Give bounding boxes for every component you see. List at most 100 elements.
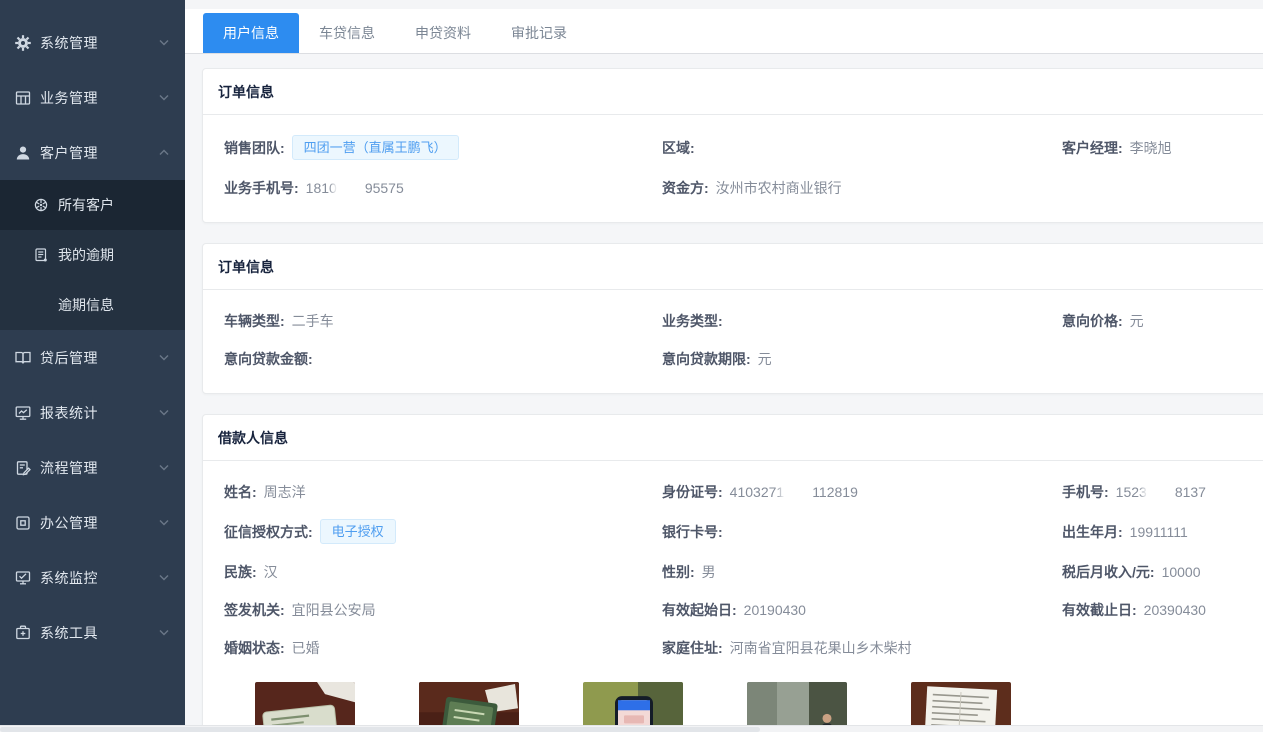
app-window: 系统管理 业务管理 客户管理 — [0, 0, 1263, 732]
chevron-down-icon — [159, 629, 169, 636]
card-title: 订单信息 — [203, 69, 1263, 115]
sidebar-item-label: 所有客户 — [58, 195, 114, 215]
photo-item: 人车图 — [747, 682, 847, 725]
card-order-info-1: 订单信息 销售团队: 四团一营（直属王鹏飞） 区域: 客户经理: — [202, 68, 1263, 223]
credit-auth-tag[interactable]: 电子授权 — [320, 519, 396, 544]
gear-icon — [14, 34, 32, 52]
field-sales-team: 销售团队: 四团一营（直属王鹏飞） — [224, 135, 662, 160]
square-icon — [14, 514, 32, 532]
sidebar-item-office-management[interactable]: 办公管理 — [0, 495, 185, 550]
book-icon — [14, 349, 32, 367]
user-icon — [14, 144, 32, 162]
sidebar-nav: 系统管理 业务管理 客户管理 — [0, 0, 185, 660]
green-booklet-photo[interactable] — [419, 682, 519, 725]
field-region: 区域: — [662, 135, 1062, 160]
sidebar-item-system-tools[interactable]: 系统工具 — [0, 605, 185, 660]
sidebar-item-post-loan-management[interactable]: 贷后管理 — [0, 330, 185, 385]
chevron-down-icon — [159, 519, 169, 526]
sidebar-submenu-customer: 所有客户 我的逾期 逾期信息 — [0, 180, 185, 330]
field-marital-status: 婚姻状态: 已婚 — [224, 637, 662, 658]
main-content: 用户信息 车贷信息 申贷资料 审批记录 订单信息 销售团队: 四团一营（直属王鹏… — [185, 0, 1263, 725]
field-intent-price: 意向价格: 元 — [1062, 310, 1263, 331]
field-home-address: 家庭住址: 河南省宜阳县花果山乡木柴村 — [662, 637, 1062, 658]
field-business-phone: 业务手机号: 181095575 — [224, 177, 662, 198]
tab-loan-application-docs[interactable]: 申贷资料 — [395, 13, 491, 53]
handwritten-paper-photo[interactable] — [911, 682, 1011, 725]
sidebar-item-label: 系统监控 — [40, 568, 159, 588]
monitor-check-icon — [14, 569, 32, 587]
grid-icon — [14, 89, 32, 107]
chevron-up-icon — [159, 149, 169, 156]
toolbox-icon — [14, 624, 32, 642]
field-intent-loan-term: 意向贷款期限: 元 — [662, 348, 1062, 369]
sidebar: 系统管理 业务管理 客户管理 — [0, 0, 185, 725]
chevron-down-icon — [159, 94, 169, 101]
car-person-photo[interactable] — [747, 682, 847, 725]
card-title: 借款人信息 — [203, 415, 1263, 461]
field-valid-to: 有效截止日: 20390430 — [1062, 599, 1263, 620]
field-gender: 性别: 男 — [662, 561, 1062, 582]
sidebar-item-label: 业务管理 — [40, 88, 159, 108]
tab-approval-records[interactable]: 审批记录 — [491, 13, 587, 53]
chevron-down-icon — [159, 39, 169, 46]
sidebar-item-label: 逾期信息 — [58, 295, 114, 315]
chevron-down-icon — [159, 574, 169, 581]
sidebar-item-customer-management[interactable]: 客户管理 — [0, 125, 185, 180]
tab-car-loan-info[interactable]: 车贷信息 — [299, 13, 395, 53]
chevron-down-icon — [159, 354, 169, 361]
field-monthly-income: 税后月收入/元: 10000 — [1062, 561, 1263, 582]
sidebar-item-process-management[interactable]: 流程管理 — [0, 440, 185, 495]
photo-qr: 授权码截图 — [583, 682, 683, 725]
field-bank-card: 银行卡号: — [662, 519, 1062, 544]
sidebar-item-all-customers[interactable]: 所有客户 — [0, 180, 185, 230]
field-valid-from: 有效起始日: 20190430 — [662, 599, 1062, 620]
scrollbar-thumb[interactable] — [0, 727, 760, 732]
sidebar-item-label: 系统管理 — [40, 33, 159, 53]
field-issuing-authority: 签发机关: 宜阳县公安局 — [224, 599, 662, 620]
sidebar-item-system-management[interactable]: 系统管理 — [0, 15, 185, 70]
field-mobile-phone: 手机号: 15238137 — [1062, 481, 1263, 502]
sales-team-tag[interactable]: 四团一营（直属王鹏飞） — [292, 135, 459, 160]
sidebar-item-overdue-info[interactable]: 逾期信息 — [0, 280, 185, 330]
field-funder: 资金方: 汝州市农村商业银行 — [662, 177, 1062, 198]
sidebar-item-label: 系统工具 — [40, 623, 159, 643]
tab-user-info[interactable]: 用户信息 — [203, 13, 299, 53]
redaction-blur — [1148, 486, 1174, 498]
sidebar-item-business-management[interactable]: 业务管理 — [0, 70, 185, 125]
photo-item: 驾驶证图片 — [419, 682, 519, 725]
field-name: 姓名: 周志洋 — [224, 481, 662, 502]
sidebar-item-label: 客户管理 — [40, 143, 159, 163]
field-vehicle-type: 车辆类型: 二手车 — [224, 310, 662, 331]
sidebar-item-system-monitor[interactable]: 系统监控 — [0, 550, 185, 605]
sidebar-item-label: 贷后管理 — [40, 348, 159, 368]
sidebar-item-label: 流程管理 — [40, 458, 159, 478]
id-card-photo[interactable] — [255, 682, 355, 725]
photo-thumbnails: 本人照 — [255, 682, 1263, 725]
photo-item: 本人照 — [255, 682, 355, 725]
content-panel: 订单信息 销售团队: 四团一营（直属王鹏飞） 区域: 客户经理: — [185, 54, 1263, 725]
tab-bar: 用户信息 车贷信息 申贷资料 审批记录 — [185, 9, 1263, 54]
monitor-icon — [14, 404, 32, 422]
chevron-down-icon — [159, 464, 169, 471]
field-customer-manager: 客户经理: 李晓旭 — [1062, 135, 1263, 160]
horizontal-scrollbar[interactable] — [0, 725, 1263, 732]
card-title: 订单信息 — [203, 244, 1263, 290]
sidebar-item-label: 我的逾期 — [58, 245, 114, 265]
wheel-icon — [33, 197, 49, 213]
top-strip — [185, 0, 1263, 9]
card-borrower-info: 借款人信息 姓名: 周志洋 身份证号: 4103271112819 手机号: — [202, 414, 1263, 725]
redaction-blur — [338, 182, 364, 194]
sidebar-item-report-statistics[interactable]: 报表统计 — [0, 385, 185, 440]
redaction-blur — [785, 486, 811, 498]
sidebar-item-my-overdue[interactable]: 我的逾期 — [0, 230, 185, 280]
field-birth-date: 出生年月: 19911111 — [1062, 519, 1263, 544]
card-order-info-2: 订单信息 车辆类型: 二手车 业务类型: 意向价格: 元 — [202, 243, 1263, 394]
document-icon — [33, 247, 49, 263]
field-ethnicity: 民族: 汉 — [224, 561, 662, 582]
chevron-down-icon — [159, 409, 169, 416]
sidebar-item-label: 办公管理 — [40, 513, 159, 533]
field-credit-auth-method: 征信授权方式: 电子授权 — [224, 519, 662, 544]
phone-qr-photo[interactable] — [583, 682, 683, 725]
field-business-type: 业务类型: — [662, 310, 1062, 331]
clipboard-icon — [14, 459, 32, 477]
